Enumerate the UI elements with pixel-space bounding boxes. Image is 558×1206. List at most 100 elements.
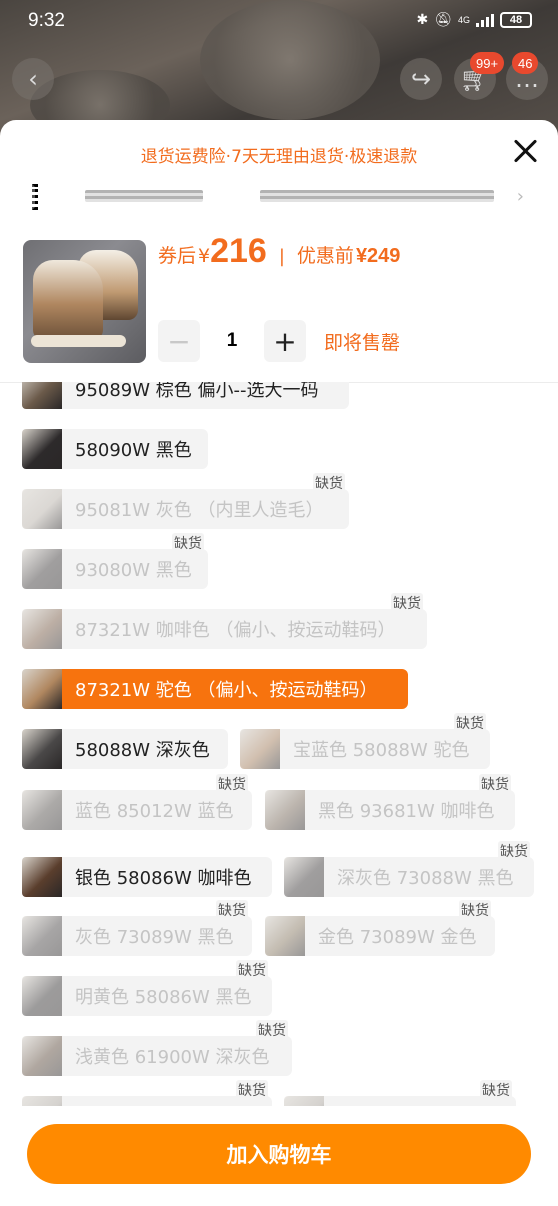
out-of-stock-tag: 缺货 — [480, 1080, 512, 1100]
cart-button[interactable]: 🛒︎ 99+ — [454, 52, 505, 100]
sku-selector-sheet: 退货运费险·7天无理由退货·极速退款 › 券后 ¥ 216 | 优惠前 ¥249… — [0, 120, 558, 1206]
variant-chip[interactable]: 58088W 深灰色 — [22, 729, 228, 769]
service-promo: 退货运费险·7天无理由退货·极速退款 — [140, 147, 418, 167]
variant-thumbnail — [22, 916, 62, 956]
variant-thumbnail — [22, 857, 62, 897]
variant-chip[interactable]: 黑色 93681W 咖啡色 缺货 — [265, 774, 515, 830]
variant-chip[interactable]: 深灰色 73088W 黑色 缺货 — [284, 841, 534, 897]
variant-label: 58088W 深灰色 — [75, 740, 210, 761]
out-of-stock-tag: 缺货 — [459, 900, 491, 920]
variant-thumbnail — [22, 790, 62, 830]
variant-thumbnail — [265, 790, 305, 830]
variant-chip[interactable]: 金色 73089W 金色 缺货 — [265, 900, 495, 956]
coupon-price-label: 券后 — [158, 245, 197, 267]
variant-label: 浅黄色 61900W 深灰色 — [75, 1047, 270, 1068]
bluetooth-icon: ✱ — [416, 12, 429, 28]
chevron-right-icon: › — [516, 186, 524, 207]
increase-button[interactable]: + — [264, 320, 306, 362]
variant-chip[interactable]: 95089W 棕色 偏小--选大一码 — [22, 382, 349, 409]
variant-chip[interactable]: 灰色 73089W 黑色 缺货 — [22, 900, 252, 956]
variant-chip[interactable]: 93080W 黑色 缺货 — [22, 533, 208, 589]
variant-label: 87321W 咖啡色 （偏小、按运动鞋码） — [75, 620, 396, 641]
variant-thumbnail — [22, 489, 62, 529]
message-badge: 46 — [512, 52, 539, 74]
boot-sole — [31, 335, 126, 347]
out-of-stock-tag: 缺货 — [216, 774, 248, 794]
boot-shape — [33, 260, 103, 340]
status-bar: 9:32 ✱ 🔕︎ 4G 48 — [0, 0, 558, 46]
variant-thumbnail — [240, 729, 280, 769]
variant-label: 银色 58086W 咖啡色 — [75, 868, 252, 889]
price-separator: | — [278, 246, 285, 267]
variant-thumbnail — [265, 916, 305, 956]
variant-thumbnail — [22, 976, 62, 1016]
variant-chip[interactable]: 缺货 — [22, 1080, 272, 1106]
out-of-stock-tag: 缺货 — [172, 533, 204, 553]
cart-badge: 99+ — [470, 52, 505, 74]
delivery-address-row[interactable]: › — [30, 182, 530, 212]
status-icons: ✱ 🔕︎ 4G 48 — [416, 12, 532, 28]
message-button[interactable]: … 46 — [506, 52, 548, 100]
variant-chip-selected[interactable]: 87321W 驼色 （偏小、按运动鞋码） — [22, 669, 408, 709]
variant-thumbnail — [22, 1096, 62, 1106]
variant-label: 灰色 73089W 黑色 — [75, 927, 234, 948]
out-of-stock-tag: 缺货 — [236, 960, 268, 980]
quantity-stepper: − 1 + 即将售罄 — [158, 320, 400, 362]
variant-list[interactable]: 95089W 棕色 偏小--选大一码 58090W 黑色 95081W 灰色 （… — [0, 382, 558, 1106]
share-button[interactable]: ↪ — [400, 58, 442, 100]
variant-chip[interactable]: 蓝色 85012W 蓝色 缺货 — [22, 774, 252, 830]
location-icon — [32, 184, 38, 210]
out-of-stock-tag: 缺货 — [236, 1080, 268, 1100]
out-of-stock-tag: 缺货 — [216, 900, 248, 920]
variant-label: 宝蓝色 58088W 驼色 — [293, 740, 470, 761]
product-thumbnail[interactable] — [23, 240, 146, 363]
address-redacted — [85, 190, 203, 202]
out-of-stock-tag: 缺货 — [391, 593, 423, 613]
decrease-button[interactable]: − — [158, 320, 200, 362]
share-icon: ↪ — [410, 65, 432, 93]
variant-thumbnail — [22, 669, 62, 709]
out-of-stock-tag: 缺货 — [479, 774, 511, 794]
mute-icon: 🔕︎ — [434, 12, 452, 28]
original-price: ¥249 — [355, 245, 401, 267]
variant-chip[interactable]: 缺货 — [284, 1080, 516, 1106]
variant-thumbnail — [22, 549, 62, 589]
variant-label: 明黄色 58086W 黑色 — [75, 987, 252, 1008]
variant-thumbnail — [22, 609, 62, 649]
out-of-stock-tag: 缺货 — [256, 1020, 288, 1040]
address-redacted — [260, 190, 494, 202]
stock-status: 即将售罄 — [324, 331, 401, 354]
battery-icon: 48 — [500, 12, 532, 28]
signal-icon — [476, 13, 494, 27]
variant-chip[interactable]: 95081W 灰色 （内里人造毛） 缺货 — [22, 473, 349, 529]
variant-label: 95089W 棕色 偏小--选大一码 — [75, 382, 319, 401]
variant-chip[interactable]: 浅黄色 61900W 深灰色 缺货 — [22, 1020, 292, 1076]
variant-label: 金色 73089W 金色 — [318, 927, 477, 948]
variant-thumbnail — [22, 729, 62, 769]
variant-chip[interactable]: 银色 58086W 咖啡色 — [22, 857, 272, 897]
original-price-label: 优惠前 — [296, 245, 354, 267]
variant-thumbnail — [22, 1036, 62, 1076]
chevron-left-icon: ‹ — [28, 65, 38, 93]
variant-chip[interactable]: 87321W 咖啡色 （偏小、按运动鞋码） 缺货 — [22, 593, 427, 649]
out-of-stock-tag: 缺货 — [313, 473, 345, 493]
variant-chip[interactable]: 58090W 黑色 — [22, 429, 208, 469]
status-time: 9:32 — [28, 10, 65, 31]
variant-chip[interactable]: 明黄色 58086W 黑色 缺货 — [22, 960, 272, 1016]
out-of-stock-tag: 缺货 — [498, 841, 530, 861]
coupon-price: 216 — [210, 232, 267, 270]
add-to-cart-button[interactable]: 加入购物车 — [27, 1124, 531, 1184]
variant-label: 黑色 93681W 咖啡色 — [318, 801, 495, 822]
variant-label: 58090W 黑色 — [75, 440, 192, 461]
variant-thumbnail — [22, 429, 62, 469]
variant-label: 93080W 黑色 — [75, 560, 192, 581]
variant-label: 95081W 灰色 （内里人造毛） — [75, 500, 324, 521]
quantity-value[interactable]: 1 — [200, 330, 264, 352]
close-icon[interactable] — [510, 136, 540, 166]
out-of-stock-tag: 缺货 — [454, 713, 486, 733]
back-button[interactable]: ‹ — [12, 58, 54, 100]
variant-thumbnail — [284, 1096, 324, 1106]
network-type: 4G — [457, 15, 470, 25]
variant-chip[interactable]: 宝蓝色 58088W 驼色 缺货 — [240, 713, 490, 769]
variant-label: 蓝色 85012W 蓝色 — [75, 801, 234, 822]
